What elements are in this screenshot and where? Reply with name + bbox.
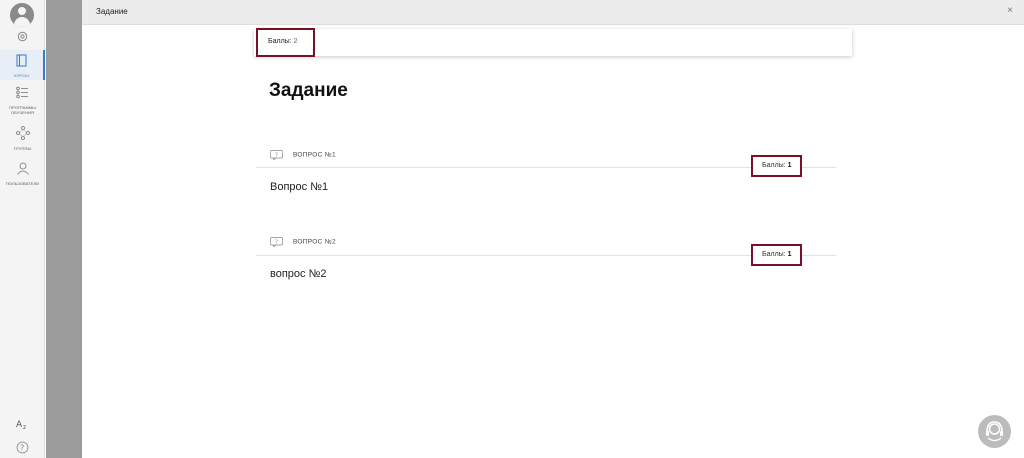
- svg-text:A: A: [16, 420, 23, 430]
- question-heading: ? ВОПРОС №1: [270, 150, 336, 160]
- book-icon: [16, 54, 27, 67]
- question-divider: [256, 255, 836, 256]
- question-points: Баллы: 1: [762, 162, 792, 169]
- question-divider: [256, 167, 836, 168]
- sidebar-item-groups[interactable]: ГРУППЫ: [0, 126, 45, 151]
- question-text[interactable]: вопрос №2: [270, 268, 327, 280]
- question-points-box: Баллы: 1: [751, 244, 802, 266]
- settings-icon[interactable]: [17, 31, 28, 42]
- score-label: Баллы:: [268, 38, 292, 45]
- sidebar-item-programs[interactable]: ПРОГРАММЫ ОБУЧЕНИЯ: [0, 86, 45, 118]
- points-value: 1: [787, 162, 792, 169]
- group-icon: [15, 126, 30, 140]
- question-heading-label: ВОПРОС №2: [293, 238, 336, 246]
- users-icon: [16, 162, 29, 175]
- score-card: Баллы: 2: [254, 28, 852, 57]
- sidebar-item-label: КУРСЫ: [14, 73, 29, 78]
- panel-header: Задание ×: [82, 0, 1024, 25]
- language-icon[interactable]: A z: [16, 417, 29, 430]
- sidebar-item-label: ПРОГРАММЫ ОБУЧЕНИЯ: [9, 105, 36, 115]
- question-heading: ? ВОПРОС №2: [270, 237, 336, 247]
- score-value: 2: [293, 38, 298, 45]
- user-avatar[interactable]: [10, 3, 34, 27]
- list-icon: [16, 86, 28, 99]
- close-icon[interactable]: ×: [1004, 5, 1016, 17]
- question-points: Баллы: 1: [762, 251, 792, 258]
- sidebar-item-label: ГРУППЫ: [13, 146, 32, 151]
- overlay-gutter: [46, 0, 82, 458]
- sidebar-item-users[interactable]: ПОЛЬЗОВАТЕЛИ: [0, 162, 45, 186]
- headset-icon: [986, 421, 1003, 442]
- sidebar-item-courses[interactable]: КУРСЫ: [0, 50, 45, 80]
- page-title: Задание: [269, 80, 348, 101]
- points-value: 1: [787, 251, 792, 258]
- support-button[interactable]: [978, 415, 1011, 448]
- question-icon: ?: [270, 150, 283, 160]
- question-text[interactable]: Вопрос №1: [270, 181, 328, 193]
- total-score: Баллы: 2: [268, 38, 298, 45]
- sidebar-item-label: ПОЛЬЗОВАТЕЛИ: [5, 181, 40, 186]
- sidebar: КУРСЫ ПРОГРАММЫ ОБУЧЕНИЯ ГРУППЫ ПОЛЬЗОВА…: [0, 0, 45, 458]
- question-icon: ?: [270, 237, 283, 247]
- points-label: Баллы:: [762, 251, 786, 258]
- svg-text:?: ?: [275, 153, 278, 159]
- svg-text:z: z: [23, 424, 26, 430]
- question-heading-label: ВОПРОС №1: [293, 151, 336, 159]
- question-points-box: Баллы: 1: [751, 155, 802, 177]
- svg-text:?: ?: [275, 240, 278, 246]
- svg-text:?: ?: [20, 444, 24, 453]
- points-label: Баллы:: [762, 162, 786, 169]
- help-circle-icon[interactable]: ?: [16, 441, 29, 454]
- panel-title: Задание: [96, 7, 128, 16]
